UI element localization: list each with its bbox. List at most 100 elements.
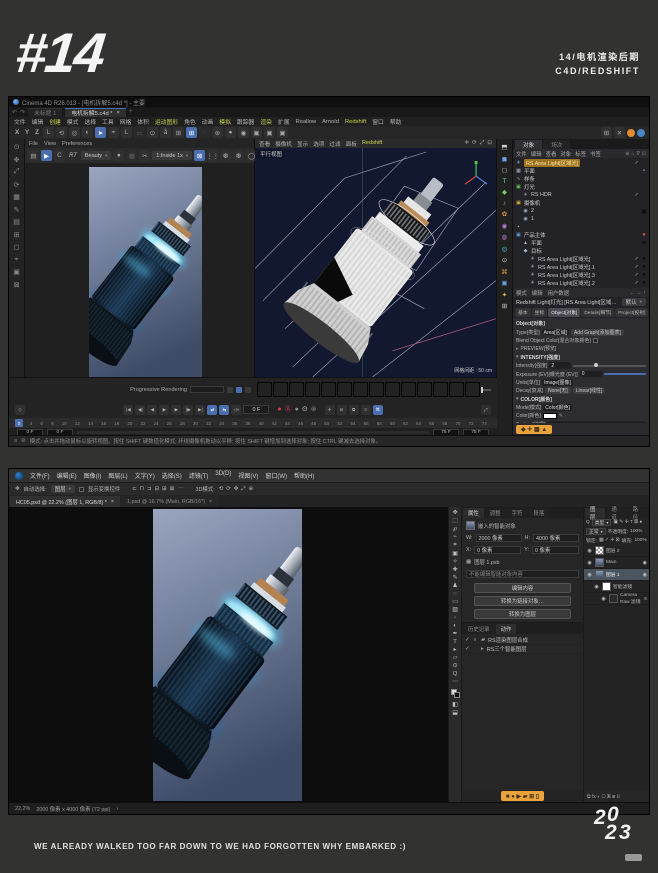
- intensity-field[interactable]: 2: [549, 362, 572, 369]
- menu-item[interactable]: 网格: [120, 117, 132, 126]
- manager-icon[interactable]: ⊡: [642, 151, 646, 157]
- visibility-dot-icon[interactable]: ●: [641, 264, 647, 270]
- menu-item[interactable]: 模拟: [219, 117, 231, 126]
- material-swatch[interactable]: m-chk m-ringb: [433, 382, 448, 397]
- material-swatch[interactable]: m-chk m-ring: [417, 382, 432, 397]
- loop-button[interactable]: ◁»: [231, 404, 242, 415]
- decay-none-button[interactable]: None[无]: [544, 387, 571, 395]
- loop-button[interactable]: ⇆: [219, 404, 230, 415]
- toolbar-icon[interactable]: å: [160, 127, 171, 138]
- layer-row[interactable]: ◉ Main ◉: [584, 557, 649, 569]
- pass-dropdown[interactable]: Beauty ▾: [80, 151, 112, 160]
- object-tree-row[interactable]: ☀ RS Area Light[区域光].2 ✓ ●: [513, 279, 649, 287]
- renderview-canvas[interactable]: [25, 163, 254, 377]
- mode-icon[interactable]: ⌘: [501, 268, 508, 276]
- mode-icon[interactable]: ✿: [502, 210, 507, 218]
- object-tree-row[interactable]: ▣ 产品主体 ●: [513, 231, 649, 239]
- material-swatch[interactable]: m-blk: [401, 382, 416, 397]
- ps-tool-icon[interactable]: ▱: [453, 655, 457, 661]
- visibility-dot-icon[interactable]: ⚑: [641, 240, 647, 247]
- tool-icon[interactable]: ▣: [13, 268, 20, 276]
- menu-item[interactable]: 面板: [346, 140, 357, 148]
- buffer-icon[interactable]: [245, 386, 251, 393]
- panel-tab[interactable]: 路径: [627, 507, 648, 521]
- toolbar-icon[interactable]: L: [43, 127, 54, 138]
- menu-item[interactable]: 3D(D): [215, 471, 231, 480]
- menu-item[interactable]: 用户数据: [548, 289, 570, 297]
- smart-filter-badge-icon[interactable]: ◉: [643, 560, 647, 566]
- transport-button[interactable]: ▶|: [195, 404, 206, 415]
- mode3d-icon[interactable]: ⊕: [249, 486, 254, 493]
- blend-color-checkbox[interactable]: [592, 337, 598, 343]
- material-swatch[interactable]: m-blk: [289, 382, 304, 397]
- transport-button[interactable]: ◀|: [135, 404, 146, 415]
- c4d-doc-tab-inactive[interactable]: 未标题 1: [28, 107, 63, 117]
- menu-item[interactable]: 对象: [560, 150, 571, 158]
- mode-icon[interactable]: ⊞: [502, 302, 507, 310]
- menu-icon[interactable]: ≡: [14, 438, 17, 444]
- edit-contents-button[interactable]: 编辑内容: [474, 583, 571, 593]
- layer-thumbnail[interactable]: [595, 558, 604, 567]
- align-icon[interactable]: ⊏: [132, 486, 137, 492]
- layer-thumbnail[interactable]: [609, 594, 618, 603]
- record-button[interactable]: ⊛: [311, 406, 317, 413]
- ps-tool-icon[interactable]: ▣: [452, 551, 457, 557]
- ps-tool-icon[interactable]: ⬓: [452, 710, 457, 716]
- attribute-tab[interactable]: Details[细节]: [581, 308, 615, 317]
- units-dropdown[interactable]: Image[图像]: [542, 379, 573, 386]
- tool-icon[interactable]: ⟳: [14, 181, 20, 189]
- attribute-tab[interactable]: 坐标: [531, 308, 548, 317]
- ps-tool-icon[interactable]: ▸: [454, 647, 457, 653]
- material-swatch[interactable]: m-gry: [369, 382, 384, 397]
- search-icon[interactable]: Q: [586, 520, 590, 525]
- align-icon[interactable]: ⊐: [147, 486, 152, 492]
- transport-button[interactable]: ▶: [159, 404, 170, 415]
- mode-icon[interactable]: ◼: [502, 155, 507, 163]
- align-icon[interactable]: ⊞: [162, 486, 167, 492]
- material-swatch[interactable]: m-chk m-beam: [321, 382, 336, 397]
- mode-icon[interactable]: ◆: [502, 188, 507, 196]
- enabled-check-icon[interactable]: ✓: [635, 160, 639, 166]
- visibility-dot-icon[interactable]: ●: [641, 272, 647, 278]
- layer-thumbnail[interactable]: [595, 570, 604, 579]
- c4d-titlebar[interactable]: Cinema 4D R26.013 - [电机拆解5.c4d *] - 主要: [9, 97, 649, 107]
- exposure-field[interactable]: 0: [579, 370, 602, 378]
- toolbar-icon[interactable]: Z: [33, 127, 41, 138]
- manager-tab[interactable]: 场次: [543, 140, 571, 149]
- transport-button[interactable]: |▶: [183, 404, 194, 415]
- menu-item[interactable]: File: [29, 141, 38, 147]
- menu-item[interactable]: Redshift: [362, 140, 383, 148]
- toolbar-icon[interactable]: ◎: [69, 127, 80, 138]
- mode-icon[interactable]: ◻: [502, 166, 507, 174]
- enabled-check-icon[interactable]: ✓: [635, 256, 639, 262]
- timeline-ruler[interactable]: 0 24681012141618202224262830323436384042…: [9, 418, 497, 428]
- viewport-corner-icon[interactable]: ⤢: [480, 140, 484, 147]
- eye-icon[interactable]: ◉: [593, 584, 600, 590]
- panel-tab[interactable]: 字符: [506, 508, 528, 518]
- toolbar-icon[interactable]: ▣: [264, 127, 275, 138]
- tool-icon[interactable]: ⤢: [14, 168, 20, 176]
- ps-tool-icon[interactable]: ♟: [452, 583, 457, 589]
- toolbar-icon[interactable]: X: [13, 127, 21, 138]
- ps-canvas[interactable]: [9, 507, 448, 802]
- ps-tool-icon[interactable]: T: [453, 639, 457, 645]
- y-field[interactable]: 0 像素: [531, 545, 580, 554]
- preset-dropdown[interactable]: 默认 ▾: [621, 298, 646, 306]
- enabled-check-icon[interactable]: ✓: [635, 192, 639, 198]
- render-control-icon[interactable]: ⊠: [194, 150, 206, 161]
- auto-select-dropdown[interactable]: 图层 ▾: [50, 485, 75, 493]
- more-options-icon[interactable]: ⋯: [178, 486, 183, 492]
- menu-item[interactable]: 帮助(H): [294, 471, 314, 480]
- transport-button[interactable]: ▶: [171, 404, 182, 415]
- attr-nav-icons[interactable]: ← → ↑: [630, 290, 646, 296]
- layer-row[interactable]: ◉ 图层 1 ◉: [584, 569, 649, 581]
- tool-icon[interactable]: ◻: [14, 243, 20, 251]
- object-tree-row[interactable]: ◉ 2 ▣: [513, 207, 649, 215]
- enabled-check-icon[interactable]: ✓: [635, 280, 639, 286]
- tool-icon[interactable]: ✎: [14, 206, 20, 214]
- x-field[interactable]: 0 像素: [474, 545, 522, 554]
- mode-icon[interactable]: ⊙: [502, 256, 507, 264]
- menu-item[interactable]: 编辑: [532, 289, 543, 297]
- material-swatch[interactable]: m-blk: [305, 382, 320, 397]
- type-dropdown[interactable]: Area[区域]: [541, 328, 569, 336]
